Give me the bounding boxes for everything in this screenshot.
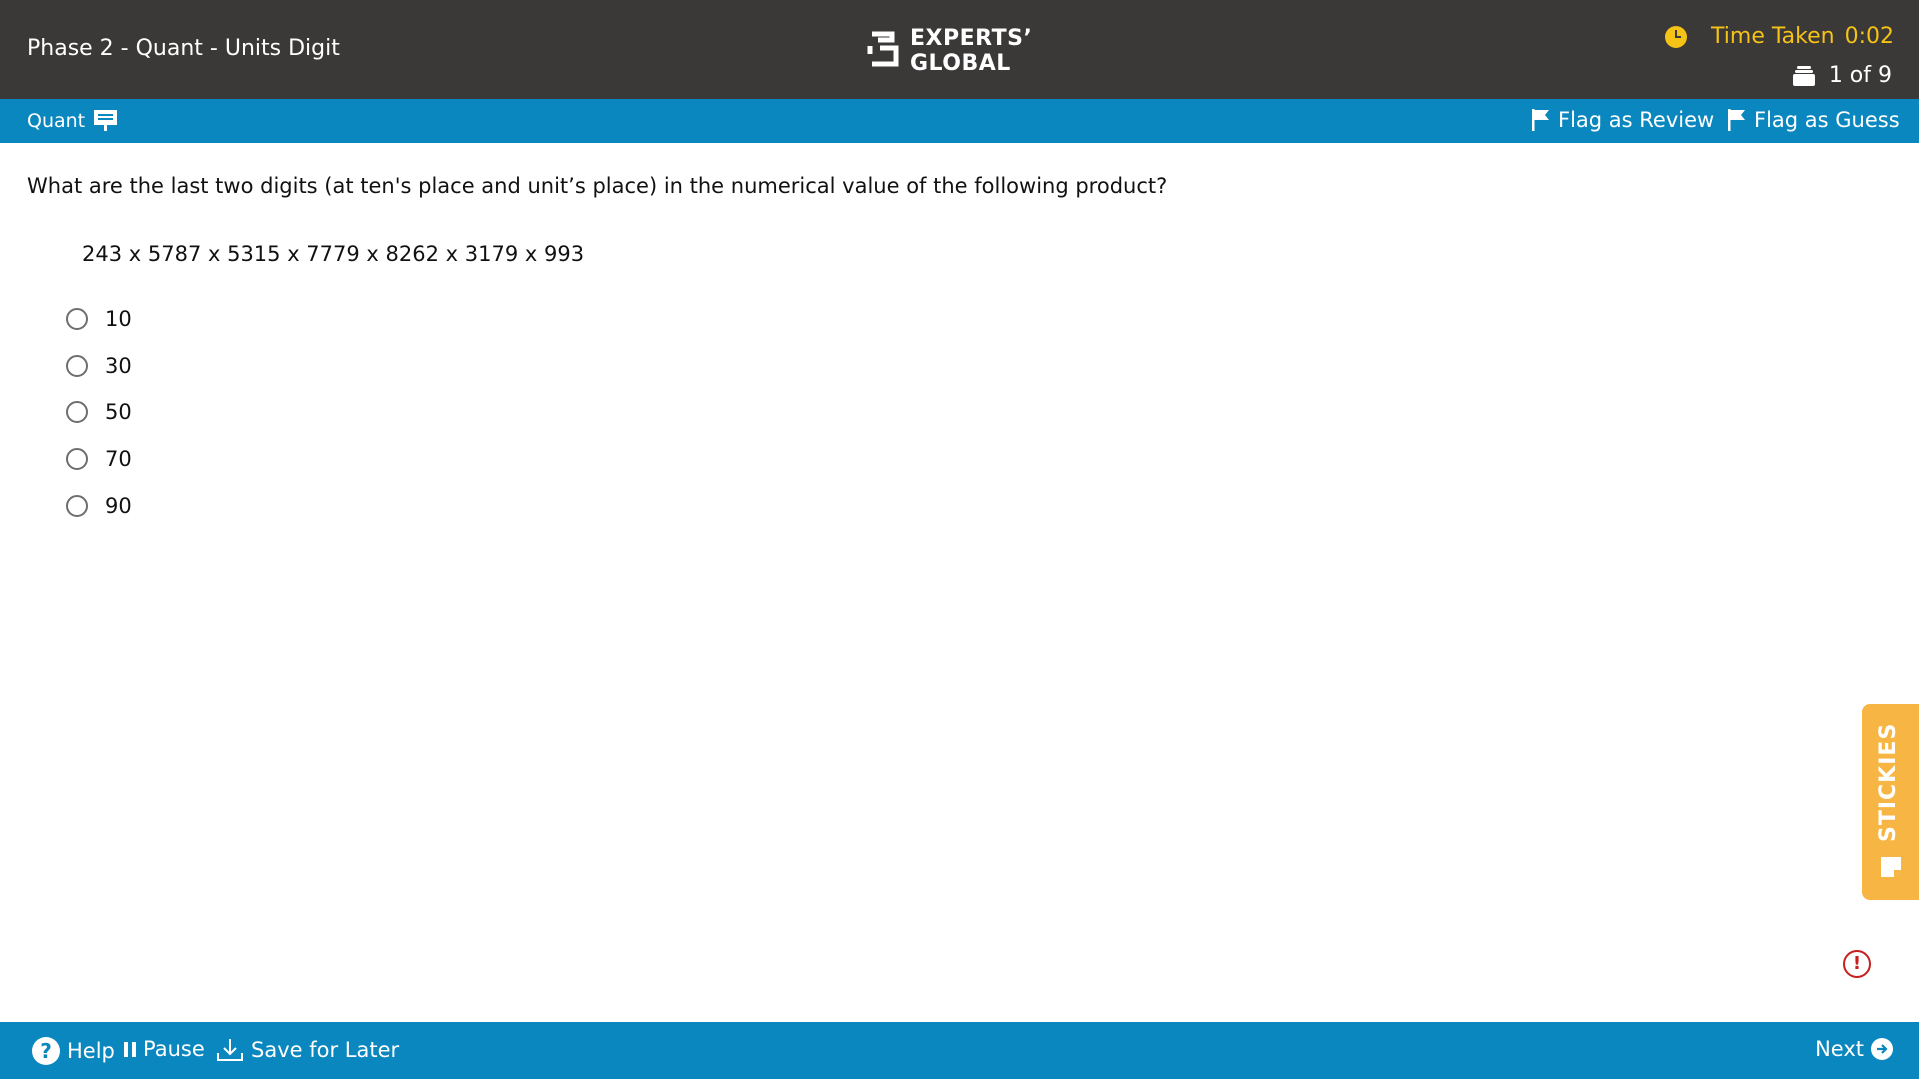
save-for-later-button[interactable]: Save for Later (216, 1037, 399, 1063)
flag-as-review-button[interactable]: Flag as Review (1532, 108, 1714, 132)
radio-button[interactable] (66, 308, 88, 331)
help-icon: ? (32, 1037, 60, 1065)
pause-icon (124, 1041, 136, 1057)
whiteboard-icon[interactable] (93, 108, 118, 133)
section-bar: Quant Flag as Review Flag as Guess (0, 99, 1919, 143)
pause-label: Pause (143, 1037, 205, 1061)
logo-text: EXPERTS’ GLOBAL (910, 26, 1032, 76)
experts-global-logo: EXPERTS’ GLOBAL (866, 26, 1032, 76)
radio-button[interactable] (66, 401, 88, 424)
clock-icon (1665, 25, 1688, 48)
bottom-toolbar: ? Help Pause Save for Later Next (0, 1022, 1919, 1079)
answer-option[interactable]: 70 (66, 436, 132, 483)
radio-button[interactable] (66, 494, 88, 517)
question-expression: 243 x 5787 x 5315 x 7779 x 8262 x 3179 x… (82, 242, 585, 266)
timer-label: Time Taken (1711, 24, 1835, 49)
test-title: Phase 2 - Quant - Units Digit (27, 36, 340, 61)
answer-option[interactable]: 30 (66, 343, 132, 390)
answer-option-label: 30 (105, 353, 132, 378)
logo-line-2: GLOBAL (910, 51, 1011, 76)
pause-button[interactable]: Pause (124, 1037, 205, 1061)
stickies-tab[interactable]: STICKIES (1862, 704, 1919, 900)
question-counter-text: 1 of 9 (1828, 63, 1892, 88)
logo-line-1: EXPERTS’ (910, 26, 1033, 51)
report-issue-icon[interactable]: ! (1843, 950, 1871, 978)
answer-option[interactable]: 50 (66, 389, 132, 436)
timer-value: 0:02 (1844, 24, 1894, 49)
download-icon (217, 1039, 243, 1061)
question-counter: 1 of 9 (1792, 63, 1892, 88)
flag-icon (1728, 109, 1745, 131)
answer-option-label: 70 (105, 447, 132, 472)
flag-icon (1532, 109, 1549, 131)
timer: Time Taken 0:02 (1665, 24, 1894, 49)
answer-options: 10 30 50 70 90 (66, 296, 132, 529)
next-label: Next (1815, 1037, 1864, 1061)
top-header: Phase 2 - Quant - Units Digit EXPERTS’ G… (0, 0, 1919, 99)
section-name: Quant (27, 110, 86, 132)
flag-as-guess-button[interactable]: Flag as Guess (1728, 108, 1900, 132)
radio-button[interactable] (66, 354, 88, 377)
radio-button[interactable] (66, 448, 88, 471)
flag-as-review-label: Flag as Review (1558, 108, 1715, 132)
help-label: Help (67, 1039, 115, 1063)
logo-mark-icon (867, 31, 899, 67)
arrow-right-circle-icon (1871, 1038, 1893, 1060)
question-text: What are the last two digits (at ten's p… (27, 174, 1168, 198)
answer-option[interactable]: 90 (66, 482, 132, 529)
answer-option-label: 10 (105, 307, 132, 332)
sticky-note-icon (1881, 857, 1901, 877)
next-button[interactable]: Next (1815, 1037, 1893, 1061)
help-button[interactable]: ? Help (32, 1037, 115, 1065)
answer-option[interactable]: 10 (66, 296, 132, 343)
question-stack-icon (1792, 65, 1815, 86)
save-for-later-label: Save for Later (251, 1038, 400, 1062)
answer-option-label: 50 (105, 400, 132, 425)
flag-as-guess-label: Flag as Guess (1754, 108, 1900, 132)
stickies-label: STICKIES (1876, 722, 1901, 842)
answer-option-label: 90 (105, 493, 132, 518)
